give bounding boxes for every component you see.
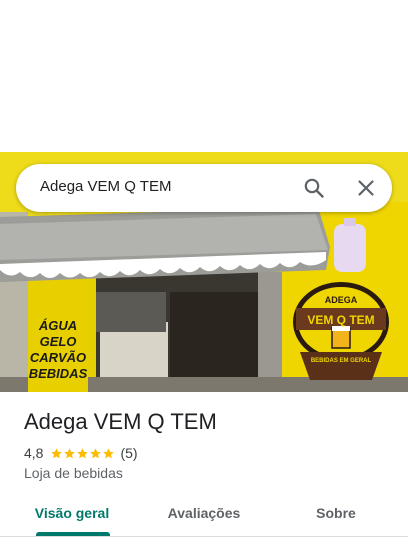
rating-row[interactable]: 4,8 (5)	[24, 444, 138, 462]
place-category[interactable]: Loja de bebidas	[24, 465, 123, 481]
tabs-divider	[0, 536, 408, 537]
logo-bottom-text: BEBIDAS EM GERAL	[311, 358, 372, 364]
place-title: Adega VEM Q TEM	[24, 409, 217, 434]
tab-reviews[interactable]: Avaliações	[152, 494, 256, 534]
rating-value: 4,8	[24, 445, 44, 461]
search-input[interactable]: Adega VEM Q TEM	[40, 178, 171, 195]
sign-line-3: CARVÃO	[30, 350, 86, 365]
sign-line-2: GELO	[40, 334, 77, 349]
sign-line-4: BEBIDAS	[29, 366, 88, 381]
star-icon	[64, 447, 76, 458]
tab-overview[interactable]: Visão geral	[20, 494, 124, 534]
search-bar[interactable]: Adega VEM Q TEM	[16, 164, 392, 212]
star-icon	[103, 447, 115, 458]
logo-top-text: ADEGA	[325, 295, 358, 305]
star-rating	[50, 447, 115, 460]
logo-main-text: VEM Q TEM	[307, 313, 374, 327]
rating-count[interactable]: (5)	[120, 445, 137, 461]
tab-about[interactable]: Sobre	[284, 494, 388, 534]
close-icon[interactable]	[354, 176, 378, 200]
search-icon[interactable]	[302, 176, 326, 200]
star-icon	[90, 447, 102, 458]
place-tabs: Visão geral Avaliações Sobre	[0, 494, 408, 538]
star-icon	[77, 447, 89, 458]
star-icon	[51, 447, 63, 458]
sign-line-1: ÁGUA	[38, 318, 77, 333]
map-area-blank	[0, 0, 408, 152]
